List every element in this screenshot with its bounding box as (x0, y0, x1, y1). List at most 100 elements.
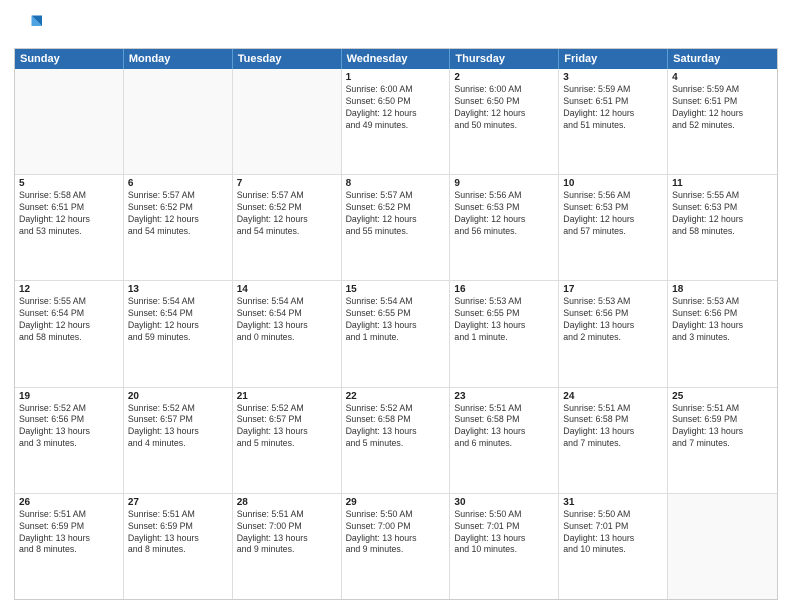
calendar-cell: 15Sunrise: 5:54 AM Sunset: 6:55 PM Dayli… (342, 281, 451, 386)
logo (14, 12, 46, 40)
calendar-row: 19Sunrise: 5:52 AM Sunset: 6:56 PM Dayli… (15, 388, 777, 494)
weekday-header: Thursday (450, 49, 559, 69)
cell-details: Sunrise: 5:52 AM Sunset: 6:56 PM Dayligh… (19, 403, 119, 451)
cell-details: Sunrise: 5:52 AM Sunset: 6:57 PM Dayligh… (237, 403, 337, 451)
calendar-body: 1Sunrise: 6:00 AM Sunset: 6:50 PM Daylig… (15, 69, 777, 599)
day-number: 9 (454, 178, 554, 189)
weekday-header: Friday (559, 49, 668, 69)
calendar-cell: 16Sunrise: 5:53 AM Sunset: 6:55 PM Dayli… (450, 281, 559, 386)
calendar-cell: 6Sunrise: 5:57 AM Sunset: 6:52 PM Daylig… (124, 175, 233, 280)
cell-details: Sunrise: 5:59 AM Sunset: 6:51 PM Dayligh… (563, 84, 663, 132)
calendar-cell: 31Sunrise: 5:50 AM Sunset: 7:01 PM Dayli… (559, 494, 668, 599)
day-number: 8 (346, 178, 446, 189)
calendar-cell: 13Sunrise: 5:54 AM Sunset: 6:54 PM Dayli… (124, 281, 233, 386)
calendar-cell: 17Sunrise: 5:53 AM Sunset: 6:56 PM Dayli… (559, 281, 668, 386)
day-number: 17 (563, 284, 663, 295)
day-number: 19 (19, 391, 119, 402)
day-number: 20 (128, 391, 228, 402)
day-number: 2 (454, 72, 554, 83)
day-number: 28 (237, 497, 337, 508)
calendar-cell: 28Sunrise: 5:51 AM Sunset: 7:00 PM Dayli… (233, 494, 342, 599)
calendar-cell: 24Sunrise: 5:51 AM Sunset: 6:58 PM Dayli… (559, 388, 668, 493)
calendar-cell: 4Sunrise: 5:59 AM Sunset: 6:51 PM Daylig… (668, 69, 777, 174)
cell-details: Sunrise: 5:55 AM Sunset: 6:53 PM Dayligh… (672, 190, 773, 238)
day-number: 5 (19, 178, 119, 189)
day-number: 27 (128, 497, 228, 508)
calendar-cell: 22Sunrise: 5:52 AM Sunset: 6:58 PM Dayli… (342, 388, 451, 493)
day-number: 15 (346, 284, 446, 295)
calendar-cell: 11Sunrise: 5:55 AM Sunset: 6:53 PM Dayli… (668, 175, 777, 280)
calendar-row: 1Sunrise: 6:00 AM Sunset: 6:50 PM Daylig… (15, 69, 777, 175)
day-number: 4 (672, 72, 773, 83)
cell-details: Sunrise: 5:51 AM Sunset: 6:59 PM Dayligh… (128, 509, 228, 557)
day-number: 24 (563, 391, 663, 402)
cell-details: Sunrise: 5:50 AM Sunset: 7:01 PM Dayligh… (454, 509, 554, 557)
cell-details: Sunrise: 5:51 AM Sunset: 6:58 PM Dayligh… (563, 403, 663, 451)
day-number: 12 (19, 284, 119, 295)
weekday-header: Saturday (668, 49, 777, 69)
calendar-cell: 26Sunrise: 5:51 AM Sunset: 6:59 PM Dayli… (15, 494, 124, 599)
calendar-cell: 27Sunrise: 5:51 AM Sunset: 6:59 PM Dayli… (124, 494, 233, 599)
calendar-cell: 8Sunrise: 5:57 AM Sunset: 6:52 PM Daylig… (342, 175, 451, 280)
calendar-cell: 10Sunrise: 5:56 AM Sunset: 6:53 PM Dayli… (559, 175, 668, 280)
calendar: SundayMondayTuesdayWednesdayThursdayFrid… (14, 48, 778, 600)
day-number: 29 (346, 497, 446, 508)
cell-details: Sunrise: 5:51 AM Sunset: 6:59 PM Dayligh… (672, 403, 773, 451)
weekday-header: Sunday (15, 49, 124, 69)
day-number: 26 (19, 497, 119, 508)
header (14, 12, 778, 40)
cell-details: Sunrise: 5:54 AM Sunset: 6:54 PM Dayligh… (237, 296, 337, 344)
calendar-cell: 18Sunrise: 5:53 AM Sunset: 6:56 PM Dayli… (668, 281, 777, 386)
calendar-cell: 25Sunrise: 5:51 AM Sunset: 6:59 PM Dayli… (668, 388, 777, 493)
calendar-cell (233, 69, 342, 174)
calendar-row: 26Sunrise: 5:51 AM Sunset: 6:59 PM Dayli… (15, 494, 777, 599)
cell-details: Sunrise: 5:51 AM Sunset: 7:00 PM Dayligh… (237, 509, 337, 557)
day-number: 31 (563, 497, 663, 508)
cell-details: Sunrise: 5:55 AM Sunset: 6:54 PM Dayligh… (19, 296, 119, 344)
calendar-cell: 12Sunrise: 5:55 AM Sunset: 6:54 PM Dayli… (15, 281, 124, 386)
cell-details: Sunrise: 5:54 AM Sunset: 6:54 PM Dayligh… (128, 296, 228, 344)
day-number: 6 (128, 178, 228, 189)
calendar-cell: 5Sunrise: 5:58 AM Sunset: 6:51 PM Daylig… (15, 175, 124, 280)
cell-details: Sunrise: 5:51 AM Sunset: 6:58 PM Dayligh… (454, 403, 554, 451)
cell-details: Sunrise: 6:00 AM Sunset: 6:50 PM Dayligh… (454, 84, 554, 132)
calendar-header: SundayMondayTuesdayWednesdayThursdayFrid… (15, 49, 777, 69)
calendar-row: 12Sunrise: 5:55 AM Sunset: 6:54 PM Dayli… (15, 281, 777, 387)
calendar-cell: 20Sunrise: 5:52 AM Sunset: 6:57 PM Dayli… (124, 388, 233, 493)
day-number: 7 (237, 178, 337, 189)
day-number: 23 (454, 391, 554, 402)
cell-details: Sunrise: 5:53 AM Sunset: 6:56 PM Dayligh… (563, 296, 663, 344)
calendar-cell: 19Sunrise: 5:52 AM Sunset: 6:56 PM Dayli… (15, 388, 124, 493)
cell-details: Sunrise: 5:51 AM Sunset: 6:59 PM Dayligh… (19, 509, 119, 557)
cell-details: Sunrise: 5:52 AM Sunset: 6:57 PM Dayligh… (128, 403, 228, 451)
calendar-cell: 23Sunrise: 5:51 AM Sunset: 6:58 PM Dayli… (450, 388, 559, 493)
cell-details: Sunrise: 5:58 AM Sunset: 6:51 PM Dayligh… (19, 190, 119, 238)
calendar-cell (124, 69, 233, 174)
cell-details: Sunrise: 5:59 AM Sunset: 6:51 PM Dayligh… (672, 84, 773, 132)
calendar-cell: 7Sunrise: 5:57 AM Sunset: 6:52 PM Daylig… (233, 175, 342, 280)
calendar-cell: 14Sunrise: 5:54 AM Sunset: 6:54 PM Dayli… (233, 281, 342, 386)
cell-details: Sunrise: 5:56 AM Sunset: 6:53 PM Dayligh… (563, 190, 663, 238)
day-number: 14 (237, 284, 337, 295)
cell-details: Sunrise: 6:00 AM Sunset: 6:50 PM Dayligh… (346, 84, 446, 132)
calendar-cell: 2Sunrise: 6:00 AM Sunset: 6:50 PM Daylig… (450, 69, 559, 174)
day-number: 25 (672, 391, 773, 402)
calendar-cell: 21Sunrise: 5:52 AM Sunset: 6:57 PM Dayli… (233, 388, 342, 493)
cell-details: Sunrise: 5:53 AM Sunset: 6:56 PM Dayligh… (672, 296, 773, 344)
calendar-cell (15, 69, 124, 174)
cell-details: Sunrise: 5:52 AM Sunset: 6:58 PM Dayligh… (346, 403, 446, 451)
cell-details: Sunrise: 5:50 AM Sunset: 7:01 PM Dayligh… (563, 509, 663, 557)
cell-details: Sunrise: 5:57 AM Sunset: 6:52 PM Dayligh… (346, 190, 446, 238)
cell-details: Sunrise: 5:54 AM Sunset: 6:55 PM Dayligh… (346, 296, 446, 344)
calendar-row: 5Sunrise: 5:58 AM Sunset: 6:51 PM Daylig… (15, 175, 777, 281)
cell-details: Sunrise: 5:56 AM Sunset: 6:53 PM Dayligh… (454, 190, 554, 238)
calendar-cell (668, 494, 777, 599)
day-number: 1 (346, 72, 446, 83)
cell-details: Sunrise: 5:57 AM Sunset: 6:52 PM Dayligh… (237, 190, 337, 238)
page: SundayMondayTuesdayWednesdayThursdayFrid… (0, 0, 792, 612)
calendar-cell: 3Sunrise: 5:59 AM Sunset: 6:51 PM Daylig… (559, 69, 668, 174)
weekday-header: Wednesday (342, 49, 451, 69)
day-number: 16 (454, 284, 554, 295)
weekday-header: Tuesday (233, 49, 342, 69)
day-number: 11 (672, 178, 773, 189)
